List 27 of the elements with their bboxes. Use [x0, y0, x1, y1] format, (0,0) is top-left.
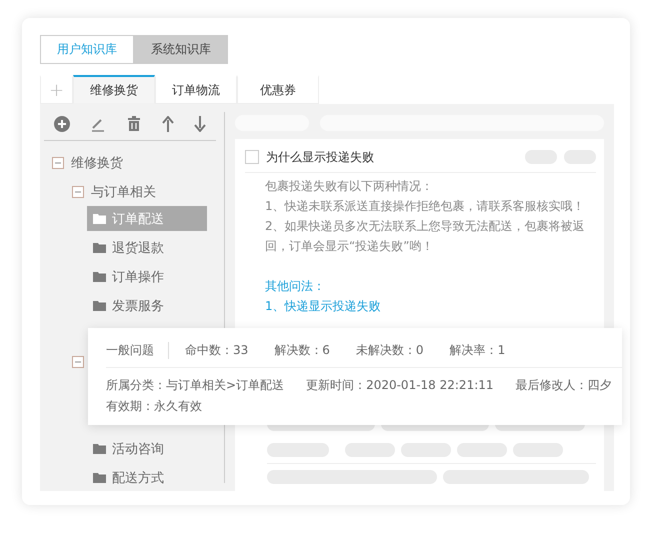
question-title: 为什么显示投递失败 — [266, 148, 374, 166]
category-tab[interactable]: 优惠券 — [237, 75, 319, 104]
detail-text: 更新时间：2020-01-18 22:21:11 — [306, 377, 494, 394]
answer-text: 1、快递未联系派送直接操作拒绝包裹，请联系客服核实哦！ — [265, 198, 586, 215]
detail-text: 有效期：永久有效 — [106, 398, 202, 415]
tree-leaf[interactable]: 配送方式 — [87, 465, 207, 490]
other-questions-heading: 其他问法： — [265, 278, 326, 295]
question-link[interactable]: 1、快递显示投递失败 — [265, 299, 381, 313]
library-tab[interactable]: 用户知识库 — [40, 35, 134, 64]
stat-text: 解决数：6 — [274, 342, 330, 359]
answer-text: 2、如果快递员多次无法联系上您导致无法配送，包裹将被返回，订单会显示“投递失败”哟！ — [265, 218, 586, 255]
stat-text: 未解决数：0 — [356, 342, 424, 359]
detail-text: 最后修改人：四夕 — [516, 377, 612, 394]
detail-text: 所属分类：与订单相关>订单配送 — [106, 377, 284, 394]
tree-leaf[interactable]: 发票服务 — [87, 293, 207, 318]
tree-leaf[interactable]: 退货退款 — [87, 235, 207, 260]
category-tab[interactable]: 维修换货 — [73, 75, 155, 104]
question-type: 一般问题 — [106, 342, 169, 359]
answer-text: 包裹投递失败有以下两种情况： — [265, 178, 434, 195]
tree-leaf[interactable]: 活动咨询 — [87, 436, 207, 461]
stat-text: 解决率：1 — [450, 342, 506, 359]
category-tab[interactable]: 订单物流 — [155, 75, 237, 104]
tree-item[interactable]: 与订单相关 — [91, 182, 156, 200]
stat-text: 命中数：33 — [185, 342, 248, 359]
tree-leaf[interactable]: 订单操作 — [87, 264, 207, 289]
tree-item[interactable]: 维修换货 — [71, 154, 123, 172]
library-tab[interactable]: 系统知识库 — [134, 35, 228, 64]
